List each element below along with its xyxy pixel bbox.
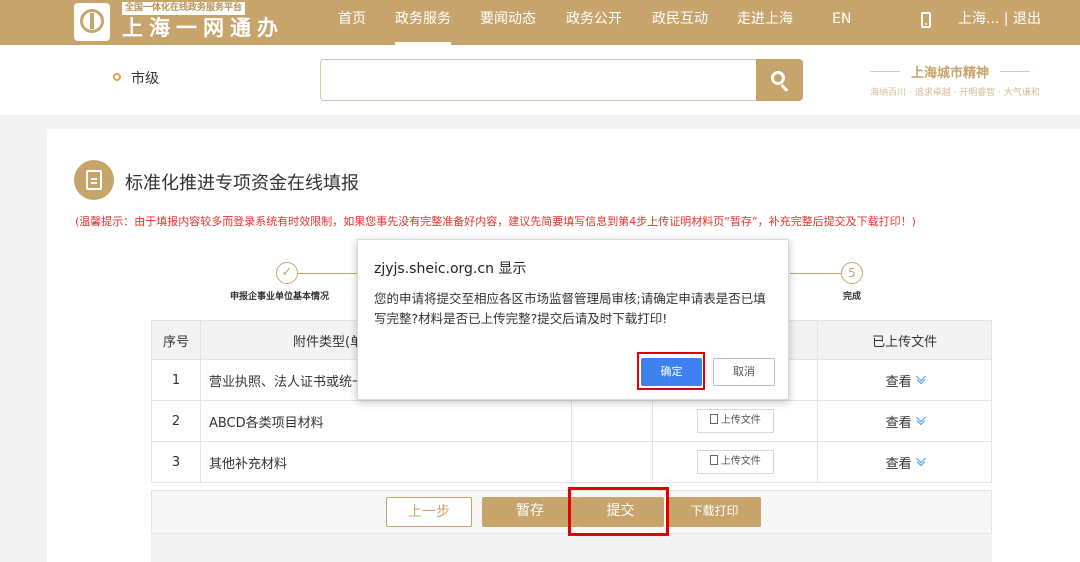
step-5-number: 5 xyxy=(841,262,863,284)
nav-gov-affairs[interactable]: 政务公开 xyxy=(566,0,622,45)
search-input[interactable] xyxy=(320,59,758,101)
logo-bar xyxy=(90,13,94,29)
dialog-title: zjyjs.sheic.org.cn 显示 xyxy=(374,261,527,277)
save-draft-button[interactable]: 暂存 xyxy=(482,497,578,527)
view-toggle[interactable]: 查看 xyxy=(817,359,992,401)
table-row: 3 其他补充材料 上传文件 查看 xyxy=(151,441,992,483)
nav-interaction[interactable]: 政民互动 xyxy=(652,0,708,45)
step-5-label: 完成 xyxy=(843,292,862,302)
view-label: 查看 xyxy=(885,456,912,472)
nav-news[interactable]: 要闻动态 xyxy=(480,0,536,45)
step-connector-right xyxy=(790,273,841,274)
nav-home[interactable]: 首页 xyxy=(338,0,366,45)
chevron-down-icon xyxy=(916,457,925,466)
file-icon xyxy=(709,414,718,424)
city-spirit-title: 上海城市精神 xyxy=(870,62,1030,81)
action-bar-footer xyxy=(151,534,992,562)
search-button[interactable] xyxy=(756,59,803,101)
warm-tip-notice: (温馨提示：由于填报内容较多而登录系统有时效限制，如果您事先没有完整准备好内容，… xyxy=(75,215,916,228)
logo-icon[interactable] xyxy=(74,3,110,41)
upload-label: 上传文件 xyxy=(720,456,761,467)
document-icon xyxy=(86,170,102,190)
view-label: 查看 xyxy=(885,374,912,390)
view-toggle[interactable]: 查看 xyxy=(817,441,992,483)
row-number: 1 xyxy=(151,359,201,401)
view-label: 查看 xyxy=(885,415,912,431)
nav-english[interactable]: EN xyxy=(832,0,851,45)
chevron-down-icon xyxy=(916,375,925,384)
nav-gov-services[interactable]: 政务服务 xyxy=(395,0,451,45)
confirm-dialog: zjyjs.sheic.org.cn 显示 您的申请将提交至相应各区市场监督管理… xyxy=(357,239,789,400)
search-icon-handle xyxy=(780,84,789,92)
nav-about-shanghai[interactable]: 走进上海 xyxy=(737,0,793,45)
submit-highlight-box xyxy=(568,487,669,536)
table-row: 2 ABCD各类项目材料 上传文件 查看 xyxy=(151,400,992,442)
upload-file-button[interactable]: 上传文件 xyxy=(696,450,774,474)
dialog-cancel-button[interactable]: 取消 xyxy=(713,358,775,386)
step-complete-check-icon: ✓ xyxy=(276,262,298,284)
header-number: 序号 xyxy=(151,320,201,360)
search-icon xyxy=(771,71,785,85)
brand-tagline: 全国一体化在线政务服务平台 xyxy=(122,2,246,15)
view-toggle[interactable]: 查看 xyxy=(817,400,992,442)
chevron-down-icon xyxy=(916,416,925,425)
top-nav-bar: 全国一体化在线政务服务平台 上海一网通办 首页 政务服务 要闻动态 政务公开 政… xyxy=(0,0,1080,45)
form-icon xyxy=(74,160,114,200)
location-selector[interactable]: 市级 xyxy=(131,68,159,88)
row-number: 3 xyxy=(151,441,201,483)
download-print-button[interactable]: 下载打印 xyxy=(668,497,761,527)
row-attachment-type: 其他补充材料 xyxy=(199,441,572,483)
prev-step-button[interactable]: 上一步 xyxy=(386,497,472,527)
header-uploaded-files: 已上传文件 xyxy=(817,320,992,360)
mobile-icon[interactable] xyxy=(921,12,931,28)
search-row: 市级 上海城市精神 海纳百川 · 追求卓越 · 开明睿智 · 大气谦和 xyxy=(0,45,1080,115)
upload-file-button[interactable]: 上传文件 xyxy=(696,409,774,433)
row-number: 2 xyxy=(151,400,201,442)
city-spirit-subtitle: 海纳百川 · 追求卓越 · 开明睿智 · 大气谦和 xyxy=(870,88,1040,98)
dialog-message: 您的申请将提交至相应各区市场监督管理局审核;请确定申请表是否已填写完整?材料是否… xyxy=(374,291,766,326)
step-connector-left xyxy=(298,273,358,274)
row-attachment-type: ABCD各类项目材料 xyxy=(199,400,572,442)
page-title: 标准化推进专项资金在线填报 xyxy=(125,173,359,194)
upload-label: 上传文件 xyxy=(720,415,761,426)
step-1-label: 申报企事业单位基本情况 xyxy=(230,292,330,302)
user-logout-links[interactable]: 上海... | 退出 xyxy=(958,0,1041,38)
ok-highlight-box xyxy=(637,352,705,390)
file-icon xyxy=(709,455,718,465)
brand-name[interactable]: 上海一网通办 xyxy=(122,15,284,41)
location-pin-icon xyxy=(113,73,121,81)
